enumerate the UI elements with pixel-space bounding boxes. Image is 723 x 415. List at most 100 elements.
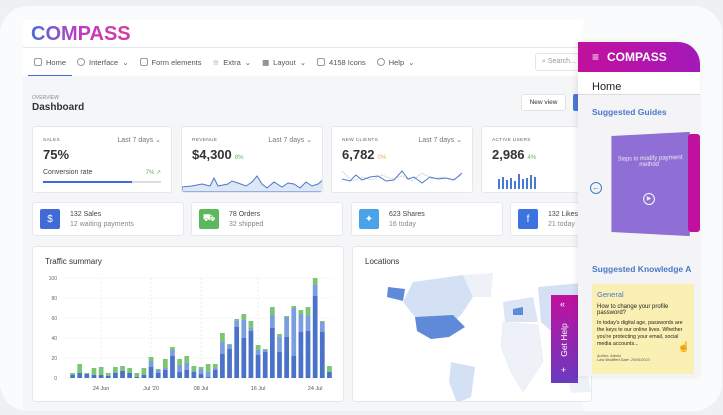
panel-home-title: Home	[578, 72, 700, 95]
bar-segment	[234, 321, 240, 327]
bar-segment	[262, 352, 268, 378]
y-tick-label: 80	[51, 296, 57, 302]
stat-value: $4,300 8%	[192, 147, 244, 162]
bar-segment	[98, 375, 104, 378]
nav-help[interactable]: Help ⌄	[376, 48, 414, 76]
bar-segment	[205, 364, 211, 372]
compass-logo[interactable]: COMPASS	[31, 23, 131, 46]
bar-segment	[312, 296, 318, 378]
bar-segment	[155, 373, 161, 378]
range-dropdown[interactable]: Last 7 days ⌄	[418, 136, 462, 144]
search-placeholder: Search...	[547, 58, 576, 65]
next-guide-card[interactable]	[688, 134, 700, 232]
stat-label: SALES	[43, 138, 60, 143]
page-title: Dashboard	[32, 102, 85, 113]
search-input[interactable]: ⌕ Search...	[535, 53, 583, 71]
users-bar-sparkline	[498, 174, 536, 189]
box-icon	[316, 58, 325, 66]
play-icon[interactable]: ▶	[643, 192, 655, 206]
bar-segment	[148, 357, 154, 361]
bar-segment	[234, 319, 240, 321]
nav-form-elements[interactable]: Form elements	[139, 48, 202, 76]
bar-segment	[191, 366, 197, 371]
new-view-button[interactable]: New view	[521, 94, 566, 111]
bar-segment	[134, 373, 140, 377]
bar-segment	[262, 350, 268, 352]
bar-segment	[241, 314, 247, 320]
nav-layout[interactable]: ▦ Layout ⌄	[262, 48, 306, 76]
bar-segment	[327, 366, 332, 372]
panel-header: ≡ COMPASS	[578, 42, 700, 72]
bar-segment	[319, 322, 325, 332]
nav-extra[interactable]: ☆ Extra ⌄	[213, 48, 252, 76]
bar-segment	[91, 375, 97, 378]
map-alaska	[387, 287, 405, 301]
bar-segment	[234, 327, 240, 378]
stat-change: 8%	[234, 155, 244, 161]
bar-segment	[255, 350, 261, 355]
top-bar: COMPASS	[23, 20, 583, 48]
bar-segment	[241, 320, 247, 338]
traffic-chart: 0 20 40 60 80 100 24 Jun Jul '20 08 Jul 16 Jul 24 …	[49, 276, 333, 392]
bar-segment	[177, 372, 182, 378]
knowledge-article-card[interactable]: General How to change your profile passw…	[592, 284, 694, 374]
bar-segment	[184, 363, 190, 370]
nav-interface[interactable]: Interface ⌄	[77, 48, 129, 76]
map-south-america	[449, 362, 475, 401]
stat-card-revenue: REVENUE Last 7 days ⌄ $4,300 8%	[181, 126, 323, 193]
get-help-tab[interactable]: « Get Help +	[551, 295, 578, 383]
nav-icons[interactable]: 4158 Icons	[316, 48, 366, 76]
summary-shares: ✦ 623 Shares 16 today	[351, 202, 503, 236]
conversion-label: Conversion rate	[43, 169, 93, 176]
nav-home[interactable]: Home	[27, 48, 73, 76]
stat-change: 4%	[527, 155, 537, 161]
bar-segment	[77, 373, 83, 378]
page-overline: OVERVIEW	[32, 95, 59, 101]
locations-title: Locations	[365, 257, 400, 266]
range-dropdown[interactable]: Last 7 days ⌄	[117, 136, 161, 144]
bar-segment	[141, 375, 147, 378]
bar-segment	[77, 364, 83, 373]
star-icon: ☆	[212, 57, 220, 67]
carousel-prev-icon[interactable]: ←	[590, 182, 602, 194]
main-nav: Home Interface ⌄ Form elements ☆ Extra ⌄ ▦ L…	[23, 48, 583, 76]
help-panel: ≡ COMPASS Home Suggested Guides Steps to …	[578, 42, 700, 376]
map-usa	[415, 315, 465, 339]
y-tick-label: 60	[51, 316, 57, 322]
nav-label: Interface	[89, 57, 119, 67]
bar-segment	[113, 373, 118, 378]
x-tick-label: 24 Jul	[308, 386, 323, 392]
bar-segment	[227, 344, 232, 345]
y-tick-label: 100	[49, 276, 58, 282]
stat-change: 0%	[377, 155, 387, 161]
bar-segment	[205, 372, 211, 377]
range-dropdown[interactable]: Last 7 days ⌄	[268, 136, 312, 144]
bar-segment	[177, 365, 182, 372]
bar-segment	[84, 374, 90, 378]
conversion-progress	[43, 181, 161, 183]
help-icon	[376, 58, 385, 66]
bar-segment	[155, 370, 161, 373]
suggested-knowledge-heading: Suggested Knowledge A	[592, 264, 692, 274]
bar-segment	[162, 368, 168, 370]
guide-card[interactable]: Steps to modify payment method ▶	[611, 131, 690, 237]
bar-segment	[298, 310, 304, 314]
stat-label: REVENUE	[192, 138, 218, 143]
nav-label: Help	[388, 57, 405, 67]
bar-segment	[248, 321, 254, 328]
bar-segment	[170, 347, 175, 350]
bar-segment	[162, 370, 168, 378]
summary-title: 623 Shares	[389, 210, 425, 218]
bar-segment	[312, 285, 318, 296]
bar-segment	[305, 307, 311, 316]
collapse-chevrons-icon[interactable]: «	[560, 299, 565, 309]
hamburger-menu-icon[interactable]: ≡	[592, 50, 599, 64]
kb-category: General	[597, 290, 624, 299]
traffic-summary-card: Traffic summary 0 20 40 60 80 100 24 Jun Jul '2…	[32, 246, 344, 402]
bar-segment	[120, 366, 125, 371]
bar-segment	[319, 332, 325, 378]
guide-text: Steps to modify payment method	[617, 155, 683, 169]
bar-segment	[277, 337, 282, 352]
nav-label: Layout	[273, 57, 296, 67]
facebook-icon: f	[518, 209, 538, 229]
